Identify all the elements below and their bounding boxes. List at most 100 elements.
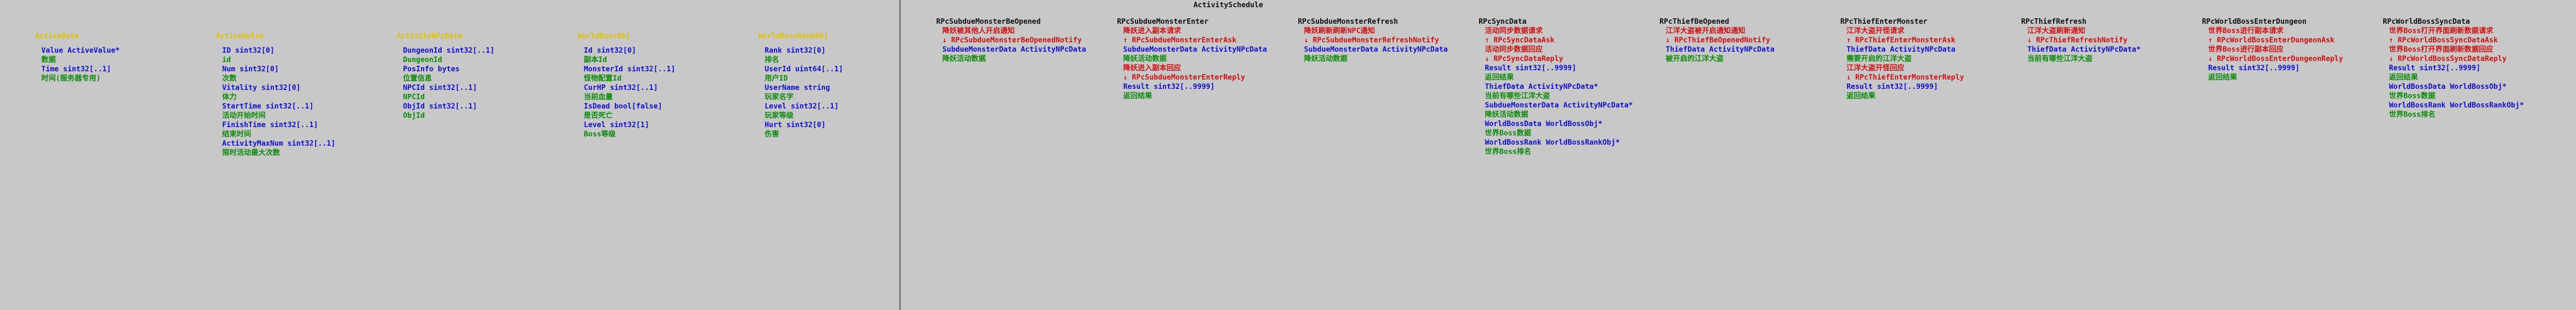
rpc-8-line: Result sint32[..9999] xyxy=(2389,64,2481,72)
struct-1-line: 体力 xyxy=(222,93,237,101)
struct-3-line: IsDead bool[false] xyxy=(584,102,662,111)
struct-4-line: UserId uint64[..1] xyxy=(765,65,843,73)
rpc-3-line: SubdueMonsterData ActivityNPcData* xyxy=(1485,101,1633,110)
struct-4-line: 用户ID xyxy=(765,74,788,83)
rpc-8-line: 返回结果 xyxy=(2389,73,2418,82)
rpc-5-title: RPcThiefEnterMonster xyxy=(1840,18,1928,26)
rpc-4-line: ↓ RPcThiefBeOpenedNotify xyxy=(1666,36,1771,44)
rpc-4-line: 江洋大盗被开启通知通知 xyxy=(1666,27,1745,35)
struct-2-title: ActivityNPcData xyxy=(397,32,462,40)
struct-3-title: WorldBossObj xyxy=(578,32,630,40)
rpc-3-line: Result sint32[..9999] xyxy=(1485,64,1577,72)
rpc-8-line: 世界Boss排名 xyxy=(2389,111,2435,119)
rpc-4-line: ThiefData ActivityNPcData xyxy=(1666,45,1775,54)
rpc-3-line: ↑ RPcSyncDataAsk xyxy=(1485,36,1555,44)
struct-0-line: 数据 xyxy=(41,56,56,64)
rpc-0-line: 降妖被其他人开启通知 xyxy=(942,27,1015,35)
rpc-8-line: WorldBossData WorldBossObj* xyxy=(2389,83,2507,91)
rpc-0-title: RPcSubdueMonsterBeOpened xyxy=(936,18,1041,26)
rpc-8-line: ↑ RPcWorldBossSyncDataAsk xyxy=(2389,36,2498,44)
rpc-6-line: ↓ RPcThiefRefreshNotify xyxy=(2027,36,2128,44)
rpc-1-title: RPcSubdueMonsterEnter xyxy=(1117,18,1209,26)
struct-1-title: ActiveValue xyxy=(216,32,264,40)
rpc-4-line: 被开启的江洋大盗 xyxy=(1666,55,1724,63)
rpc-3-line: WorldBossRank WorldBossRankObj* xyxy=(1485,138,1620,147)
struct-0-line: 时间(服务器专用) xyxy=(41,74,101,83)
struct-3-line: 是否死亡 xyxy=(584,112,613,120)
rpc-0-line: 降妖活动数据 xyxy=(942,55,986,63)
rpc-7-line: ↑ RPcWorldBossEnterDungeonAsk xyxy=(2208,36,2335,44)
rpc-6-line: 当前有哪些江洋大盗 xyxy=(2027,55,2092,63)
rpc-5-line: ThiefData ActivityNPcData xyxy=(1846,45,1956,54)
struct-3-line: Id sint32[0] xyxy=(584,47,637,55)
struct-4-line: Hurt sint32[0] xyxy=(765,121,826,129)
rpc-3-line: 活动同步数据回应 xyxy=(1485,45,1543,54)
struct-2-line: NPCId sint32[..1] xyxy=(403,84,477,92)
struct-2-line: 位置信息 xyxy=(403,74,432,83)
struct-1-line: 结束时间 xyxy=(222,130,251,138)
rpc-1-line: 返回结果 xyxy=(1123,92,1152,100)
struct-3-line: 当前血量 xyxy=(584,93,613,101)
struct-2-line: ObjId sint32[..1] xyxy=(403,102,477,111)
rpc-3-line: 返回结果 xyxy=(1485,73,1514,82)
struct-4-line: 玩家名字 xyxy=(765,93,794,101)
rpc-1-line: ↓ RPcSubdueMonsterEnterReply xyxy=(1123,73,1246,82)
rpc-6-line: ThiefData ActivityNPcData* xyxy=(2027,45,2141,54)
struct-4-line: 玩家等级 xyxy=(765,112,794,120)
rpc-5-line: 返回结果 xyxy=(1846,92,1875,100)
rpc-8-title: RPcWorldBossSyncData xyxy=(2383,18,2470,26)
struct-1-line: ActivityMaxNum sint32[..1] xyxy=(222,140,336,148)
rpc-7-line: 世界Boss进行副本回应 xyxy=(2208,45,2284,54)
struct-1-line: 限时活动最大次数 xyxy=(222,149,280,157)
rpc-8-line: 世界Boss打开界面刷新数据回应 xyxy=(2389,45,2493,54)
struct-1-line: 次数 xyxy=(222,74,237,83)
struct-1-line: StartTime sint32[..1] xyxy=(222,102,314,111)
struct-3-line: 副本Id xyxy=(584,56,607,64)
rpc-1-line: 降妖进入副本请求 xyxy=(1123,27,1181,35)
struct-4-line: 排名 xyxy=(765,56,779,64)
struct-2-line: DungeonId xyxy=(403,56,442,64)
struct-4-line: 伤害 xyxy=(765,130,779,138)
rpc-3-line: ThiefData ActivityNPcData* xyxy=(1485,83,1599,91)
rpc-5-line: ↑ RPcThiefEnterMonsterAsk xyxy=(1846,36,1956,44)
rpc-7-title: RPcWorldBossEnterDungeon xyxy=(2202,18,2307,26)
rpc-2-title: RPcSubdueMonsterRefresh xyxy=(1298,18,1398,26)
rpc-3-line: ↓ RPcSyncDataReply xyxy=(1485,55,1563,63)
struct-1-line: FinishTime sint32[..1] xyxy=(222,121,318,129)
rpc-6-line: 江洋大盗刷新通知 xyxy=(2027,27,2085,35)
rpc-7-line: 世界Boss进行副本请求 xyxy=(2208,27,2284,35)
rpc-8-line: 世界Boss数据 xyxy=(2389,92,2435,100)
struct-4-title: WorldBossRankObj xyxy=(758,32,828,40)
rpc-3-title: RPcSyncData xyxy=(1479,18,1527,26)
struct-1-line: 活动开始时间 xyxy=(222,112,266,120)
struct-1-line: Vitality sint32[0] xyxy=(222,84,301,92)
rpc-2-line: SubdueMonsterData ActivityNPcData xyxy=(1304,45,1448,54)
rpc-8-line: ↓ RPcWorldBossSyncDataReply xyxy=(2389,55,2507,63)
struct-0-title: ActiveData xyxy=(35,32,79,40)
struct-2-line: DungeonId sint32[..1] xyxy=(403,47,495,55)
struct-1-line: ID sint32[0] xyxy=(222,47,275,55)
struct-0-line: Value ActiveValue* xyxy=(41,47,120,55)
rpc-6-title: RPcThiefRefresh xyxy=(2021,18,2087,26)
section-divider xyxy=(899,0,901,310)
rpc-1-line: 降妖进入副本回应 xyxy=(1123,64,1181,72)
rpc-3-line: 当前有哪些江洋大盗 xyxy=(1485,92,1550,100)
rpc-0-line: SubdueMonsterData ActivityNPcData xyxy=(942,45,1087,54)
struct-2-line: ObjId xyxy=(403,112,425,120)
rpc-7-line: ↓ RPcWorldBossEnterDungeonReply xyxy=(2208,55,2344,63)
struct-0-line: Time sint32[..1] xyxy=(41,65,111,73)
struct-3-line: 怪物配置Id xyxy=(584,74,622,83)
struct-2-line: NPCId xyxy=(403,93,425,101)
rpc-3-line: 降妖活动数据 xyxy=(1485,111,1528,119)
rpc-1-line: SubdueMonsterData ActivityNPcData xyxy=(1123,45,1267,54)
rpc-5-line: 江洋大盗开怪请求 xyxy=(1846,27,1904,35)
struct-1-line: id xyxy=(222,56,231,64)
struct-4-line: UserName string xyxy=(765,84,830,92)
rpc-8-line: 世界Boss打开界面刷新数据请求 xyxy=(2389,27,2493,35)
struct-4-line: Level sint32[..1] xyxy=(765,102,839,111)
rpc-3-line: 世界Boss排名 xyxy=(1485,148,1531,156)
struct-1-line: Num sint32[0] xyxy=(222,65,279,73)
rpc-2-line: ↓ RPcSubdueMonsterRefreshNotify xyxy=(1304,36,1439,44)
rpc-5-line: Result sint32[..9999] xyxy=(1846,83,1938,91)
rpc-4-title: RPcThiefBeOpened xyxy=(1659,18,1729,26)
